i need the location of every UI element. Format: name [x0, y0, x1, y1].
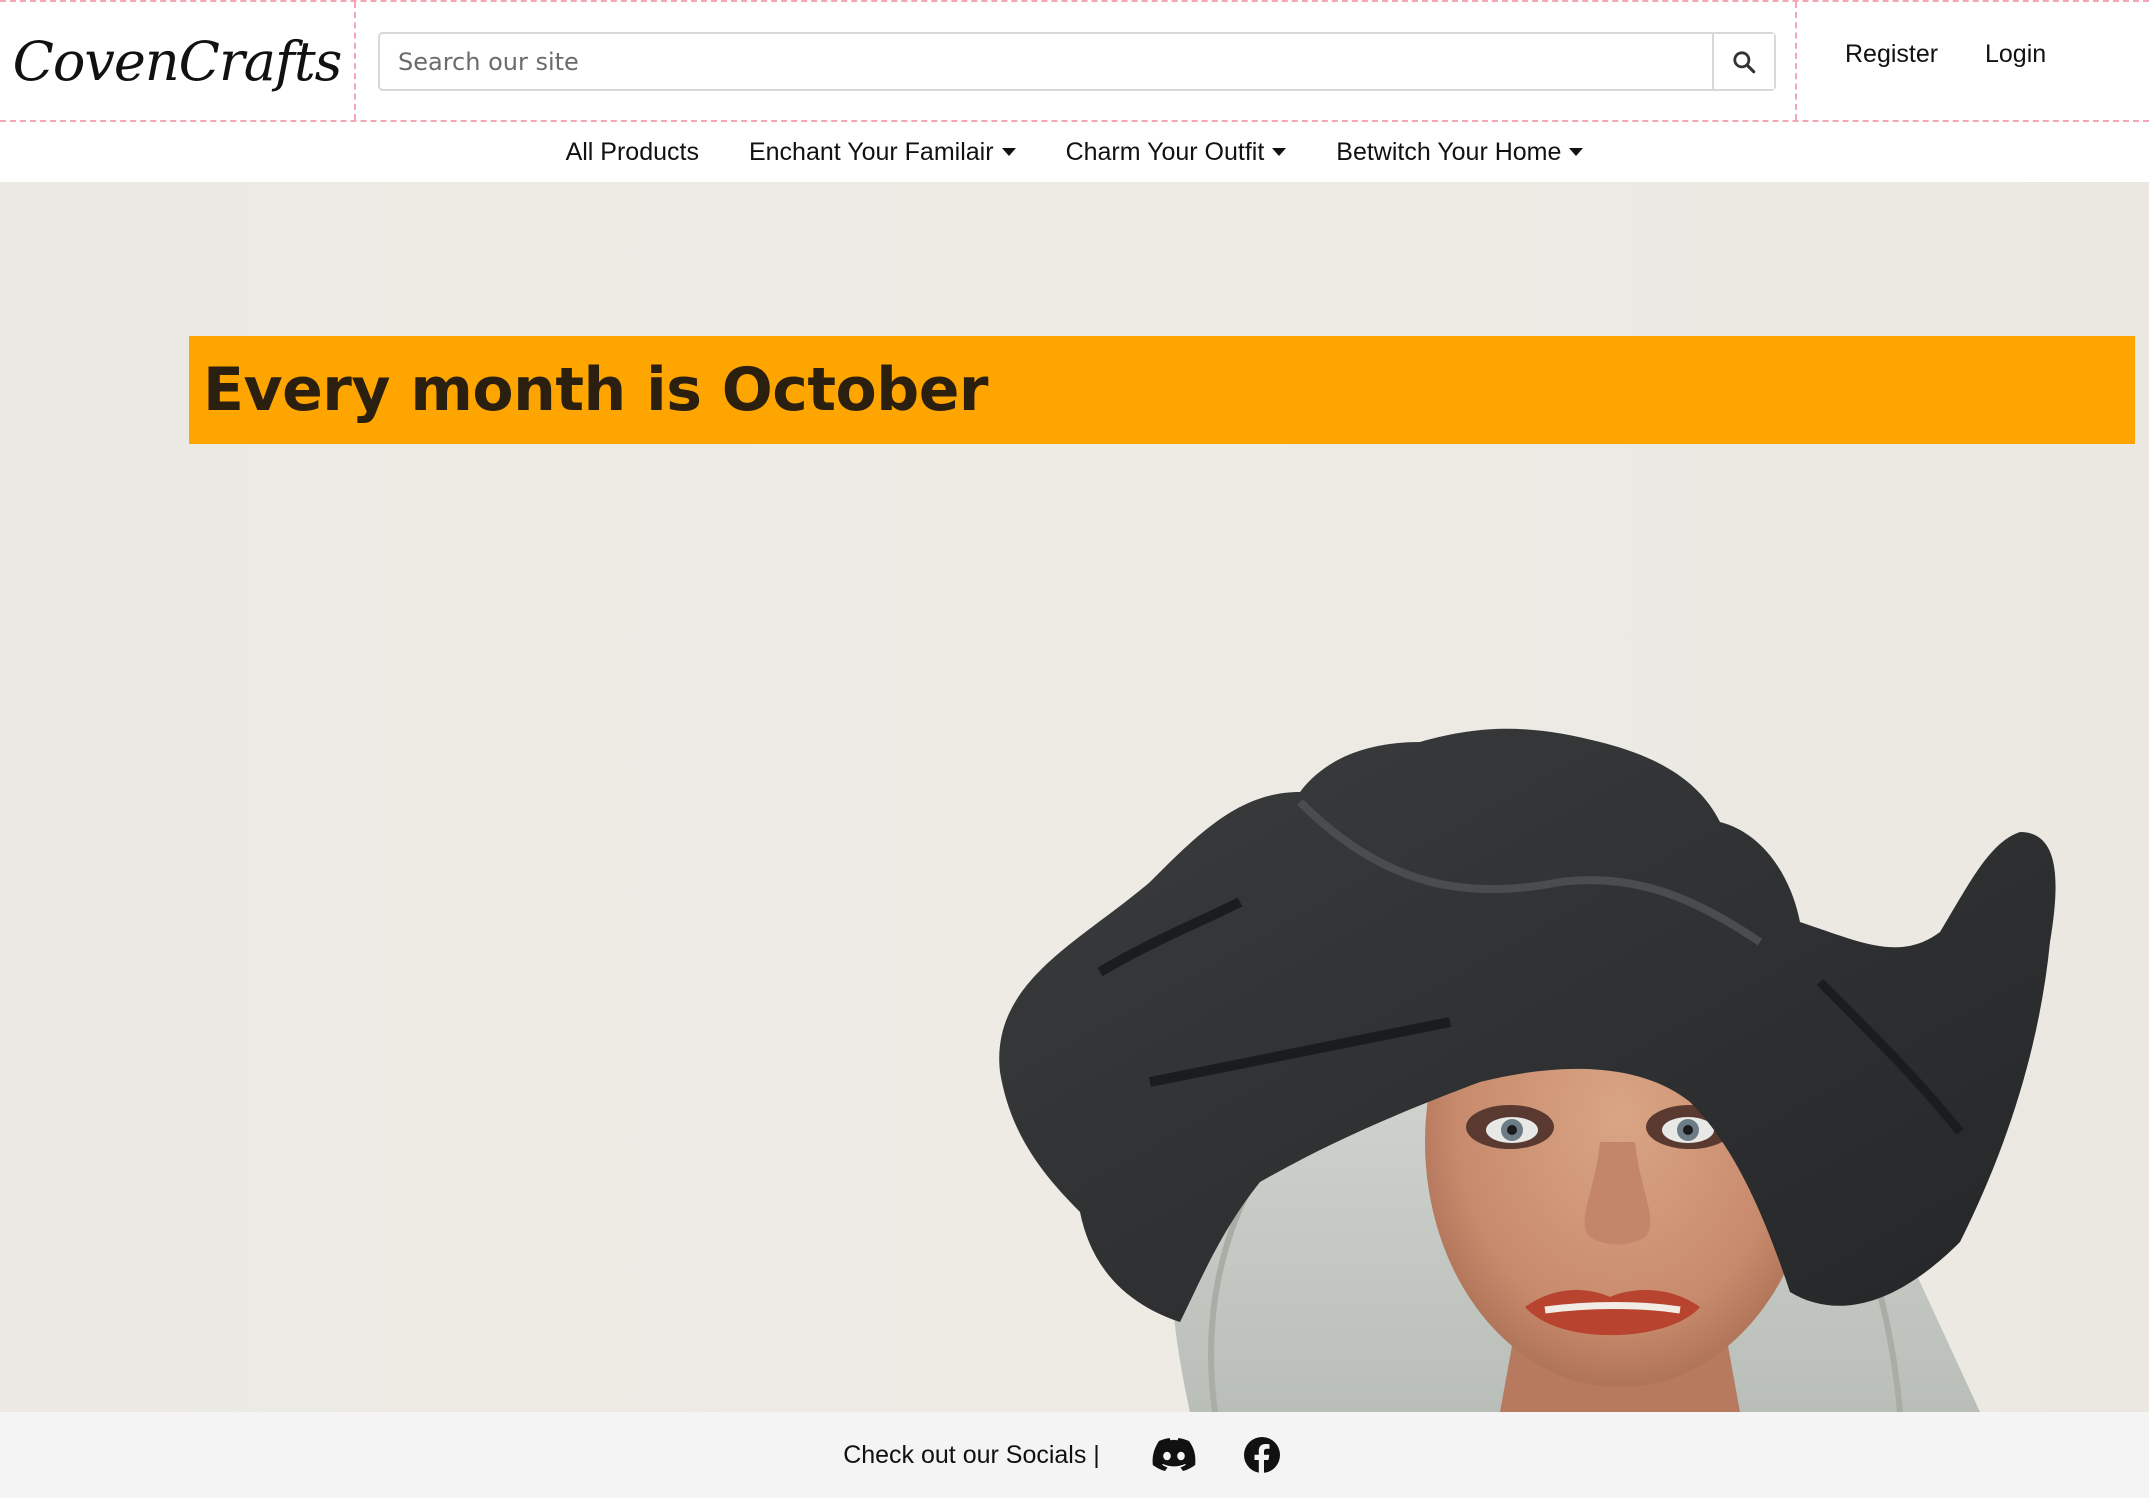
- nav-item-label: All Products: [565, 137, 699, 166]
- register-link[interactable]: Register: [1845, 40, 1938, 69]
- site-footer: Check out our Socials |: [0, 1412, 2149, 1498]
- search-bar: [378, 32, 1776, 91]
- nav-item-all-products[interactable]: All Products: [566, 138, 699, 167]
- auth-links: Register Login: [1797, 2, 2149, 120]
- search-container: [356, 2, 1797, 120]
- hero-headline: Every month is October: [203, 355, 989, 425]
- facebook-icon: [1243, 1437, 1280, 1474]
- logo-container[interactable]: CovenCrafts: [0, 2, 356, 120]
- nav-item-charm-your-outfit[interactable]: Charm Your Outfit: [1066, 138, 1287, 167]
- main-nav: All Products Enchant Your Familair Charm…: [0, 122, 2149, 182]
- login-link[interactable]: Login: [1985, 40, 2046, 69]
- nav-item-enchant-your-familiar[interactable]: Enchant Your Familair: [749, 138, 1016, 167]
- search-input[interactable]: [380, 34, 1712, 89]
- search-button[interactable]: [1712, 34, 1774, 89]
- caret-down-icon: [1272, 148, 1287, 156]
- site-logo[interactable]: CovenCrafts: [13, 30, 343, 93]
- socials-label: Check out our Socials |: [843, 1440, 1100, 1469]
- discord-link[interactable]: [1152, 1435, 1196, 1475]
- nav-item-betwitch-your-home[interactable]: Betwitch Your Home: [1336, 137, 1584, 167]
- nav-item-label: Enchant Your Familair: [748, 137, 994, 166]
- hero-banner: Every month is October: [189, 336, 2135, 444]
- caret-down-icon: [1569, 148, 1584, 156]
- caret-down-icon: [1001, 148, 1016, 156]
- hero-section: Every month is October: [0, 182, 2149, 1412]
- facebook-link[interactable]: [1240, 1435, 1284, 1475]
- nav-item-label: Charm Your Outfit: [1065, 137, 1265, 166]
- search-icon: [1733, 50, 1756, 73]
- discord-icon: [1152, 1438, 1196, 1471]
- nav-item-label: Betwitch Your Home: [1336, 137, 1562, 166]
- site-header: CovenCrafts Register Login: [0, 0, 2149, 122]
